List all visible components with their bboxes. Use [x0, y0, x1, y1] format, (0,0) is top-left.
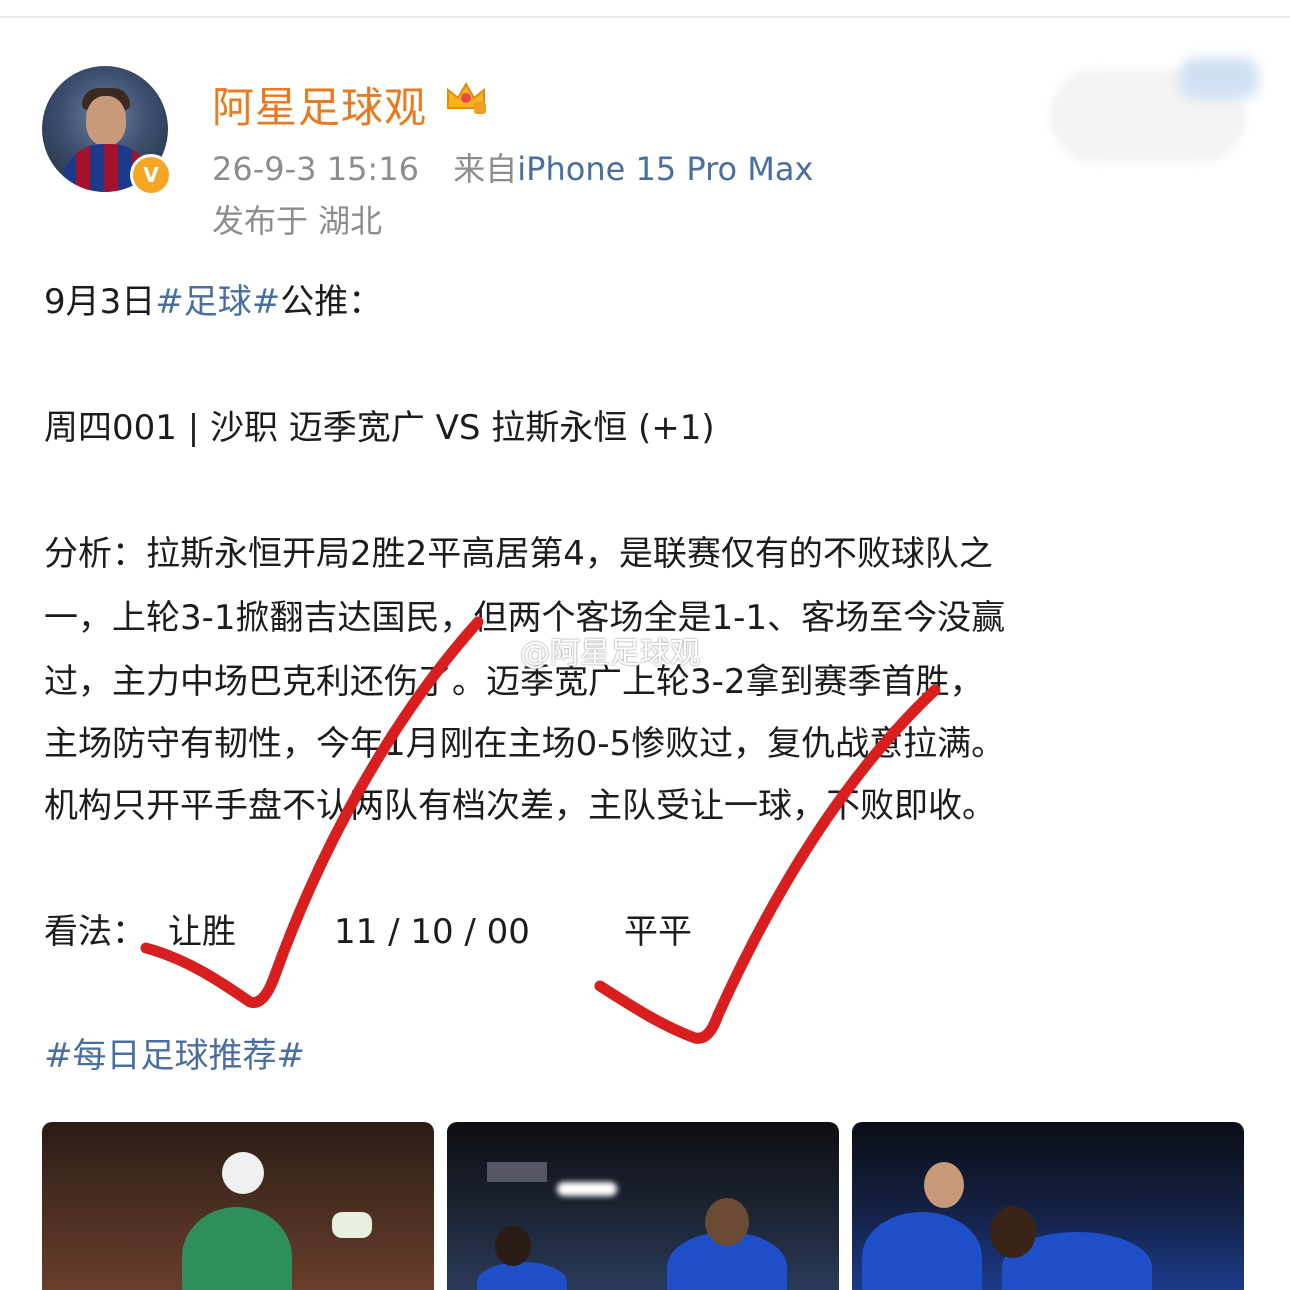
image-thumbnail-2[interactable] — [447, 1122, 839, 1290]
glove — [332, 1212, 372, 1238]
goalkeeper — [182, 1207, 292, 1290]
checkmark-overlay — [140, 616, 941, 1044]
checkmark-icon — [594, 684, 941, 1044]
image-thumbnail-3[interactable] — [852, 1122, 1244, 1290]
ball — [222, 1152, 264, 1194]
image-thumbnail-1[interactable] — [42, 1122, 434, 1290]
checkmark-icon — [140, 616, 484, 1008]
